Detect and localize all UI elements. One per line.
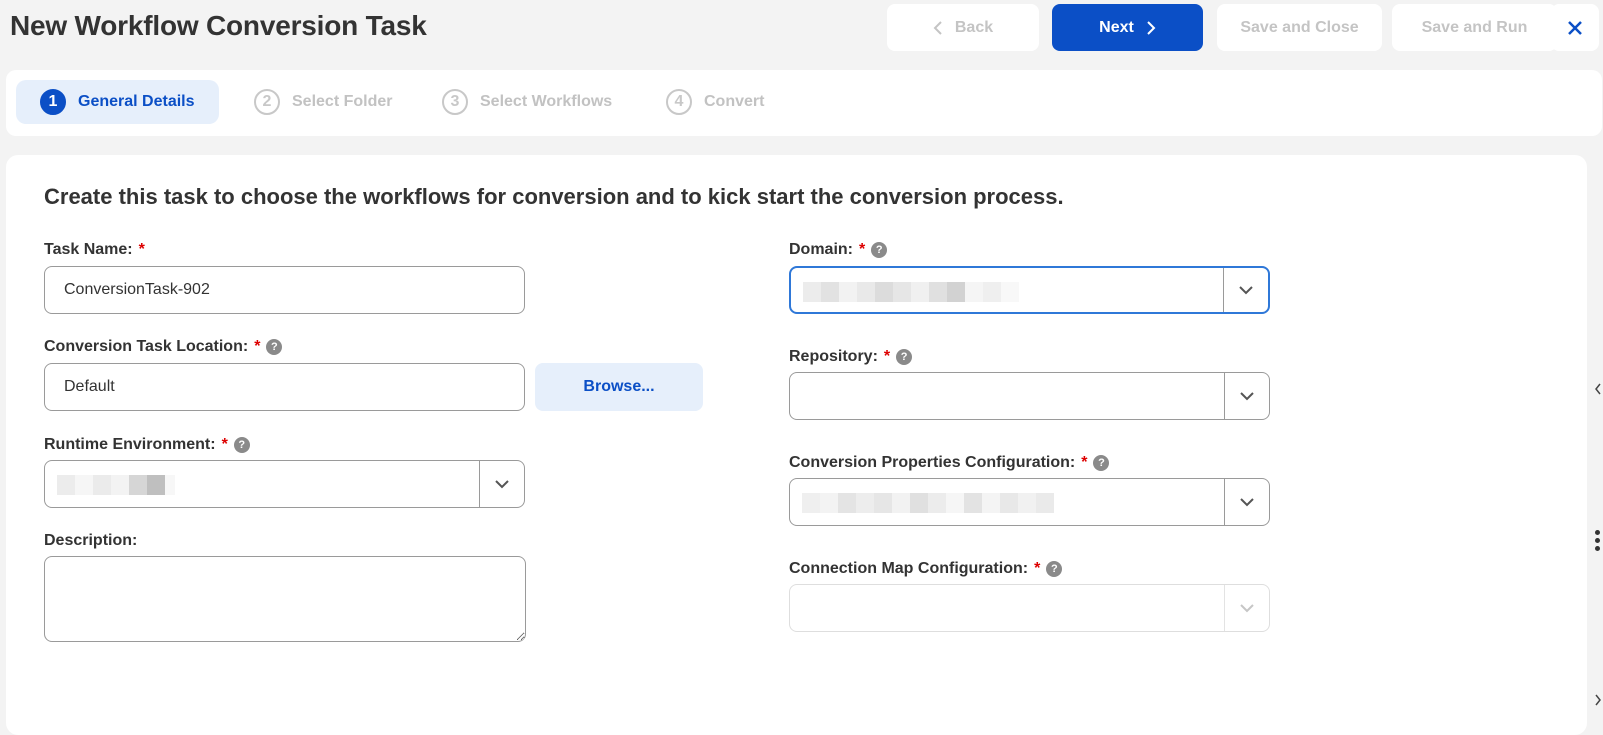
step-number: 2 (254, 89, 280, 115)
help-icon[interactable]: ? (871, 242, 888, 258)
step-number: 3 (442, 89, 468, 115)
chevron-down-icon (1239, 286, 1253, 295)
description-label: Description: (44, 532, 138, 549)
chevron-right-icon[interactable] (1594, 694, 1602, 706)
step-number: 4 (666, 89, 692, 115)
chevron-right-icon (1147, 20, 1156, 35)
required-mark: * (1081, 454, 1088, 471)
help-icon[interactable]: ? (896, 349, 913, 365)
step-label: Select Workflows (480, 93, 613, 110)
task-location-label: Conversion Task Location: * ? (44, 338, 283, 356)
chevron-down-icon (1240, 498, 1254, 507)
next-button-label: Next (1099, 18, 1134, 36)
description-textarea[interactable] (44, 556, 526, 642)
redacted-value (803, 282, 1019, 302)
chevron-down-icon (1240, 604, 1254, 613)
back-button-label: Back (954, 18, 994, 36)
redacted-value (57, 475, 175, 495)
close-button[interactable] (1551, 4, 1599, 51)
required-mark: * (859, 241, 866, 258)
domain-label: Domain: * ? (789, 241, 888, 259)
conversion-properties-select[interactable] (789, 478, 1270, 526)
connection-map-select[interactable] (789, 584, 1270, 632)
help-icon[interactable]: ? (233, 437, 250, 453)
task-name-label: Task Name: * (44, 241, 145, 258)
step-label: Select Folder (292, 93, 393, 110)
task-location-input[interactable] (44, 363, 525, 411)
browse-button[interactable]: Browse... (535, 363, 703, 411)
required-mark: * (1034, 560, 1041, 577)
required-mark: * (254, 338, 261, 355)
page-title: New Workflow Conversion Task (10, 10, 427, 41)
domain-select[interactable] (789, 266, 1270, 314)
intro-text: Create this task to choose the workflows… (44, 184, 1064, 209)
step-convert[interactable]: 4 Convert (642, 80, 788, 124)
chevron-down-icon (495, 480, 509, 489)
required-mark: * (221, 436, 228, 453)
back-button[interactable]: Back (887, 4, 1039, 51)
help-icon[interactable]: ? (1093, 455, 1110, 471)
chevron-left-icon (933, 20, 942, 35)
repository-select[interactable] (789, 372, 1270, 420)
collapse-panel-icon[interactable] (1594, 383, 1602, 395)
required-mark: * (883, 348, 891, 365)
close-icon (1568, 20, 1582, 35)
next-button[interactable]: Next (1052, 4, 1203, 51)
step-select-workflows[interactable]: 3 Select Workflows (418, 80, 636, 124)
more-options-icon[interactable] (1595, 530, 1601, 551)
step-general-details[interactable]: 1 General Details (16, 80, 219, 124)
conversion-properties-label: Conversion Properties Configuration: * ? (789, 454, 1110, 472)
help-icon[interactable]: ? (266, 339, 283, 355)
step-select-folder[interactable]: 2 Select Folder (230, 80, 416, 124)
task-name-input[interactable] (44, 266, 525, 314)
runtime-environment-label: Runtime Environment: * ? (44, 436, 250, 454)
save-and-run-button[interactable]: Save and Run (1392, 4, 1557, 51)
step-label: Convert (704, 93, 765, 110)
connection-map-label: Connection Map Configuration: * ? (789, 560, 1063, 578)
redacted-value (802, 493, 1054, 513)
step-number: 1 (40, 89, 66, 115)
runtime-environment-select[interactable] (44, 460, 525, 508)
save-and-close-button[interactable]: Save and Close (1217, 4, 1382, 51)
required-mark: * (138, 241, 145, 258)
repository-label: Repository: * ? (789, 348, 913, 366)
help-icon[interactable]: ? (1046, 561, 1063, 577)
chevron-down-icon (1240, 392, 1254, 401)
wizard-stepper: 1 General Details 2 Select Folder 3 Sele… (6, 70, 1602, 136)
step-label: General Details (78, 93, 195, 110)
